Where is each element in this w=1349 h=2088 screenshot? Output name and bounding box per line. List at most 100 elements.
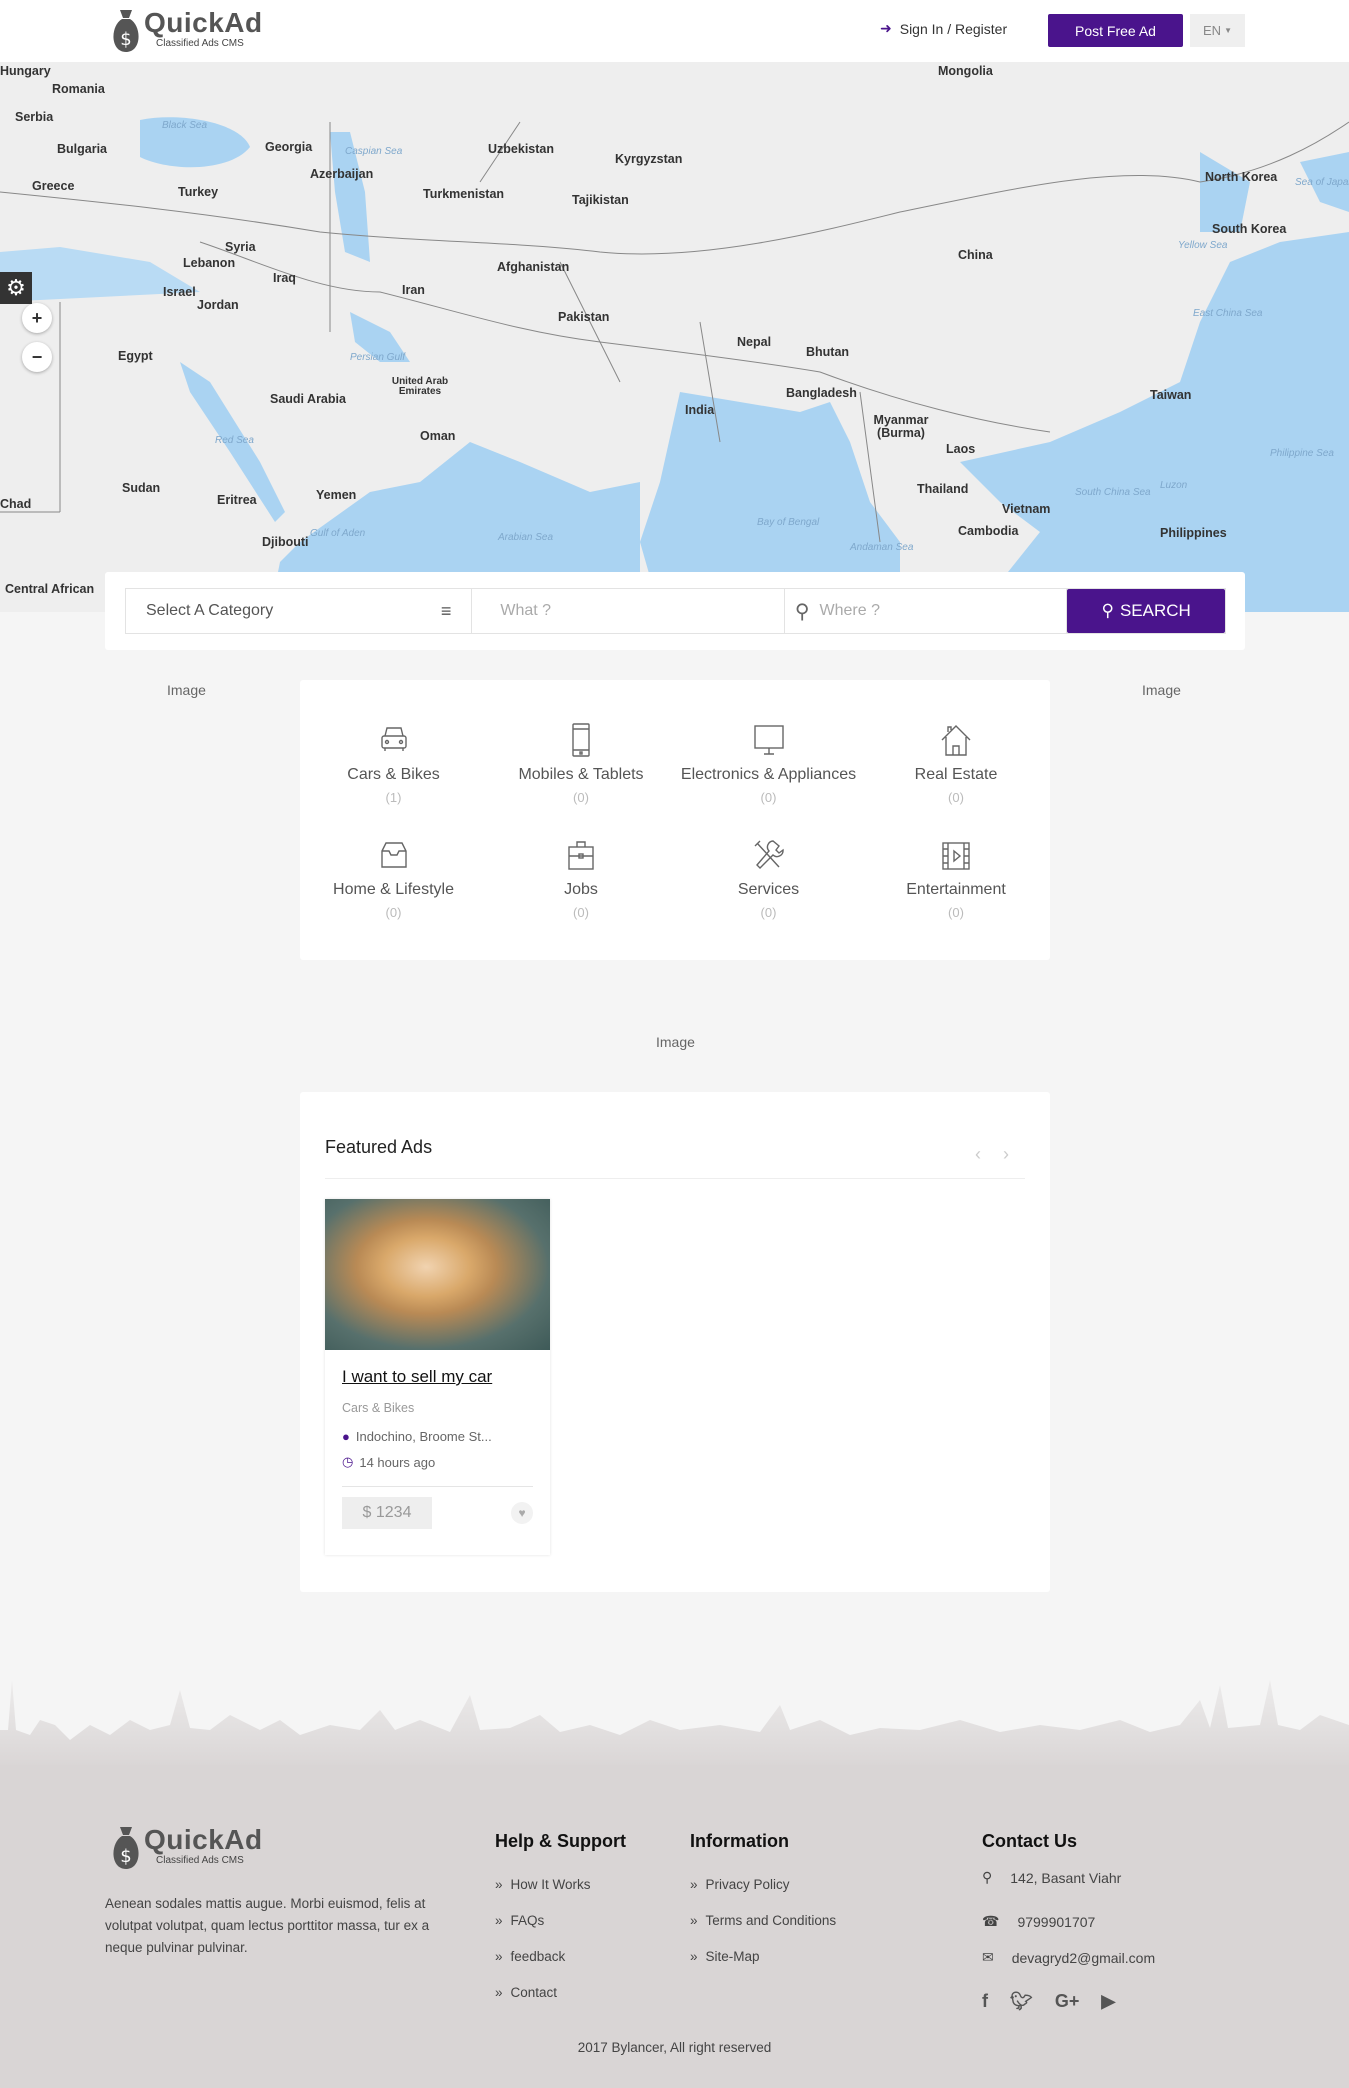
- youtube-icon[interactable]: ▶: [1101, 1991, 1115, 2012]
- google-plus-icon[interactable]: G+: [1055, 1991, 1080, 2012]
- map-label: Turkmenistan: [423, 187, 505, 201]
- footer-link[interactable]: » feedback: [495, 1949, 565, 1964]
- what-input[interactable]: What ?: [472, 589, 785, 633]
- city-skyline: [0, 1680, 1349, 1770]
- facebook-icon[interactable]: f: [982, 1991, 988, 2012]
- double-chevron-right-icon: »: [495, 1949, 503, 1964]
- category-item[interactable]: Home & Lifestyle (0): [300, 837, 487, 920]
- category-name: Real Estate: [914, 766, 998, 783]
- featured-ads-panel: Featured Ads ‹ › I want to sell my car Ca…: [300, 1092, 1050, 1592]
- twitter-icon[interactable]: 🐦︎: [1010, 1991, 1033, 2012]
- map-label: Israel: [163, 285, 196, 299]
- map-label: Central African: [5, 582, 95, 596]
- language-label: EN: [1203, 23, 1222, 38]
- favorite-heart-icon[interactable]: ♥: [511, 1502, 533, 1524]
- map-label: South Korea: [1212, 222, 1287, 236]
- categories-panel: Cars & Bikes (1) Mobiles & Tablets (0) Elect…: [300, 680, 1050, 960]
- map-sea-label: Andaman Sea: [850, 542, 914, 553]
- footer-about: Aenean sodales mattis augue. Morbi euism…: [105, 1896, 430, 1955]
- map-pin-icon: ⚲: [982, 1869, 993, 1885]
- logo[interactable]: $ QuickAd Classified Ads CMS: [110, 8, 263, 54]
- footer-link[interactable]: » Site-Map: [690, 1949, 760, 1964]
- footer-link[interactable]: » How It Works: [495, 1877, 591, 1892]
- divider: [325, 1178, 1025, 1179]
- category-item[interactable]: Cars & Bikes (1): [300, 722, 487, 805]
- map-label: Yemen: [316, 488, 357, 502]
- map-sea-label: Philippine Sea: [1270, 448, 1334, 459]
- category-count: (0): [760, 790, 777, 805]
- ad-location-text: Indochino, Broome St...: [355, 1429, 492, 1444]
- where-input[interactable]: ⚲ Where ?: [785, 589, 1068, 633]
- category-name: Jobs: [564, 881, 598, 898]
- map-label: Eritrea: [217, 493, 257, 507]
- map-label: Cambodia: [958, 524, 1019, 538]
- category-item[interactable]: Mobiles & Tablets (0): [488, 722, 675, 805]
- category-item[interactable]: Electronics & Appliances (0): [675, 722, 862, 805]
- map-sea-label: South China Sea: [1075, 487, 1151, 498]
- map-label: Greece: [32, 179, 75, 193]
- search-button[interactable]: ⚲ SEARCH: [1067, 589, 1225, 633]
- post-free-ad-button[interactable]: Post Free Ad: [1048, 14, 1183, 47]
- ad-image[interactable]: [325, 1199, 550, 1350]
- map-label: Serbia: [15, 110, 54, 124]
- category-count: (0): [385, 905, 402, 920]
- footer-link-label: FAQs: [510, 1913, 545, 1928]
- map-label: Vietnam: [1002, 502, 1051, 516]
- logo-text: QuickAd: [144, 7, 263, 38]
- what-placeholder: What ?: [500, 602, 552, 619]
- email-text: devagryd2@gmail.com: [1011, 1949, 1156, 1966]
- map-label: Oman: [420, 429, 456, 443]
- map-label: Bulgaria: [57, 142, 108, 156]
- house-icon: [941, 725, 971, 756]
- category-name: Services: [737, 881, 800, 898]
- svg-text:$: $: [120, 1846, 131, 1867]
- footer-link-label: Contact: [510, 1985, 558, 2000]
- category-count: (0): [948, 905, 964, 920]
- footer-link[interactable]: » FAQs: [495, 1913, 544, 1928]
- footer-link[interactable]: » Privacy Policy: [690, 1877, 790, 1892]
- briefcase-icon: [568, 841, 594, 870]
- map-label: China: [958, 248, 993, 262]
- map-zoom-out-button[interactable]: −: [22, 342, 52, 372]
- chevron-right-icon[interactable]: ›: [1003, 1144, 1009, 1165]
- double-chevron-right-icon: »: [690, 1913, 698, 1928]
- map-label: Afghanistan: [497, 260, 570, 274]
- footer-logo[interactable]: $ QuickAd Classified Ads CMS: [110, 1825, 263, 1871]
- map-label: United Arab Emirates: [391, 376, 449, 397]
- ad-title-link[interactable]: I want to sell my car: [342, 1367, 533, 1387]
- category-item[interactable]: Entertainment (0): [863, 837, 1050, 920]
- map-zoom-in-button[interactable]: +: [22, 303, 52, 333]
- category-select[interactable]: Select A Category ≡: [126, 589, 473, 633]
- ad-image-center: Image: [656, 1034, 695, 1050]
- map-label: Pakistan: [558, 310, 610, 324]
- ad-card[interactable]: I want to sell my car Cars & Bikes ● Indo…: [325, 1199, 550, 1555]
- signin-link[interactable]: ➜ Sign In / Register: [880, 20, 1007, 37]
- map-water: [0, 117, 1349, 612]
- map-label: Kyrgyzstan: [615, 152, 683, 166]
- footer-link-label: feedback: [510, 1949, 566, 1964]
- ad-price: $ 1234: [342, 1497, 432, 1529]
- map-sea-label: Arabian Sea: [498, 532, 554, 543]
- settings-gear-icon[interactable]: ⚙: [0, 272, 32, 304]
- category-item[interactable]: Real Estate (0): [863, 722, 1050, 805]
- map[interactable]: Hungary Romania Serbia Bulgaria Greece Turkey…: [0, 62, 1349, 612]
- ad-category: Cars & Bikes: [342, 1401, 415, 1415]
- chevron-left-icon[interactable]: ‹: [975, 1144, 981, 1165]
- language-dropdown[interactable]: EN ▼: [1190, 14, 1245, 47]
- category-item[interactable]: Services (0): [675, 837, 862, 920]
- category-item[interactable]: Jobs (0): [488, 837, 675, 920]
- map-sea-label: Persian Gulf: [350, 352, 406, 363]
- category-name: Mobiles & Tablets: [518, 766, 644, 783]
- map-label: Azerbaijan: [310, 167, 374, 181]
- footer-link-label: Privacy Policy: [705, 1877, 790, 1892]
- map-label: Mongolia: [938, 64, 993, 78]
- search-panel: Select A Category ≡ What ? ⚲ Where ? ⚲ SEA…: [105, 572, 1245, 650]
- contact-email[interactable]: ✉ devagryd2@gmail.com: [982, 1949, 1155, 1966]
- ad-image-left: Image: [167, 682, 206, 698]
- map-label: Egypt: [118, 349, 153, 363]
- footer-link[interactable]: » Terms and Conditions: [690, 1913, 836, 1928]
- footer-link[interactable]: » Contact: [495, 1985, 557, 2000]
- map-label: Syria: [225, 240, 256, 254]
- category-name: Cars & Bikes: [347, 766, 440, 783]
- film-icon: [942, 842, 970, 870]
